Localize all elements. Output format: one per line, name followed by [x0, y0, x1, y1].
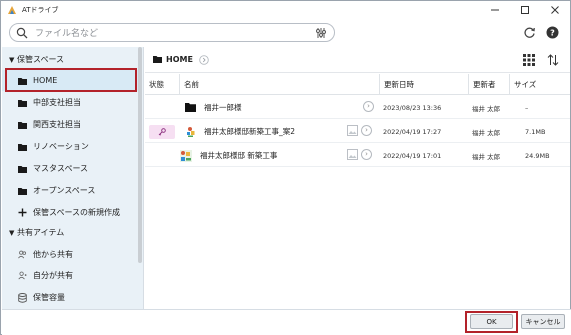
updated-date: 2022/04/19 17:27: [383, 127, 442, 136]
updated-date: 2022/04/19 17:01: [383, 151, 442, 160]
sidebar-item-open[interactable]: オープンスペース: [2, 180, 140, 201]
sidebar-item-label: オープンスペース: [33, 186, 96, 195]
help-icon[interactable]: ?: [546, 26, 559, 39]
app-logo-icon: [7, 5, 17, 15]
file-list-panel: HOME 状態 名前 更新日時 更新者 サイズ 福井一郎様 › 2023/08/…: [145, 47, 570, 309]
sort-icon[interactable]: [547, 54, 559, 66]
column-status[interactable]: 状態: [145, 74, 179, 95]
file-dialog-window: ATドライブ ファイル名など ? ▼ 保管スペース HOME 中部支社担当 関西…: [0, 0, 571, 335]
sidebar-item-label: HOME: [33, 76, 58, 85]
sidebar-item-shared-by-me[interactable]: 自分が共有: [2, 265, 140, 286]
row-detail-button[interactable]: ›: [361, 149, 372, 160]
key-icon: [158, 127, 166, 136]
folder-icon: [18, 142, 27, 151]
search-input[interactable]: ファイル名など: [9, 23, 335, 42]
sidebar-section-shared[interactable]: ▼ 共有アイテム: [2, 222, 140, 243]
updated-date: 2023/08/23 13:36: [383, 103, 442, 112]
title-bar: ATドライブ: [1, 1, 570, 19]
column-updater[interactable]: 更新者: [468, 74, 509, 95]
database-icon: [18, 292, 27, 303]
sidebar-item-home[interactable]: HOME: [2, 70, 140, 91]
sidebar-section-label: 共有アイテム: [17, 228, 65, 237]
table-header: 状態 名前 更新日時 更新者 サイズ: [145, 74, 570, 95]
search-placeholder: ファイル名など: [35, 29, 99, 39]
grid-view-icon[interactable]: [523, 54, 535, 66]
column-updated[interactable]: 更新日時: [379, 74, 468, 95]
sidebar-item-label: 自分が共有: [33, 271, 73, 280]
users-icon: [18, 250, 27, 259]
row-detail-button[interactable]: ›: [361, 125, 372, 136]
refresh-icon[interactable]: [523, 26, 536, 39]
folder-icon: [185, 102, 197, 114]
window-title: ATドライブ: [22, 6, 59, 14]
ok-button[interactable]: OK: [470, 314, 513, 329]
close-button[interactable]: [540, 1, 570, 19]
file-size: 7.1MB: [525, 127, 546, 136]
sidebar-item-shared-from-others[interactable]: 他から共有: [2, 244, 140, 265]
sidebar-item-renovation[interactable]: リノベーション: [2, 136, 140, 157]
column-size[interactable]: サイズ: [509, 74, 570, 95]
svg-text:?: ?: [550, 28, 555, 37]
status-badge: [149, 124, 175, 139]
breadcrumb: HOME: [145, 47, 570, 73]
caret-down-icon: ▼: [9, 55, 15, 64]
sidebar-item-label: 他から共有: [33, 250, 73, 259]
sidebar-item-label: 中部支社担当: [33, 98, 81, 107]
table-row[interactable]: 福井太郎様邸 新築工事 › 2022/04/19 17:01 福井 太郎 24.…: [145, 144, 570, 167]
file-name: 福井太郎様邸新築工事_案2: [204, 127, 296, 136]
table-row[interactable]: 福井一郎様 › 2023/08/23 13:36 福井 太郎 –: [145, 96, 570, 119]
sidebar-item-label: 保管スペースの新規作成: [33, 208, 121, 217]
sidebar-item-kansai[interactable]: 関西支社担当: [2, 114, 140, 135]
image-preview-icon[interactable]: [347, 125, 358, 136]
sidebar-section-storage[interactable]: ▼ 保管スペース: [2, 49, 140, 70]
updater-name: 福井 太郎: [472, 104, 501, 113]
cancel-button[interactable]: キャンセル: [521, 314, 565, 329]
breadcrumb-home[interactable]: HOME: [166, 55, 193, 64]
folder-icon: [153, 55, 162, 64]
info-icon[interactable]: [199, 54, 209, 65]
caret-down-icon: ▼: [9, 228, 15, 237]
row-detail-button[interactable]: ›: [363, 101, 374, 112]
user-share-icon: [18, 271, 27, 280]
column-name[interactable]: 名前: [179, 74, 379, 95]
document-icon: [179, 149, 193, 163]
maximize-button[interactable]: [510, 1, 540, 19]
sidebar-item-label: 保管容量: [33, 293, 65, 302]
document-icon: [185, 126, 197, 138]
sidebar-item-label: 関西支社担当: [33, 120, 81, 129]
sidebar: ▼ 保管スペース HOME 中部支社担当 関西支社担当 リノベーション マスタス…: [2, 47, 144, 309]
file-size: –: [525, 103, 529, 112]
file-name: 福井一郎様: [204, 103, 242, 112]
sidebar-scrollbar[interactable]: [138, 47, 142, 263]
filter-settings-icon[interactable]: [315, 27, 327, 39]
sidebar-item-master[interactable]: マスタスペース: [2, 158, 140, 179]
sidebar-item-storage-capacity[interactable]: 保管容量: [2, 287, 140, 308]
updater-name: 福井 太郎: [472, 152, 501, 161]
sidebar-item-chubu[interactable]: 中部支社担当: [2, 92, 140, 113]
table-row[interactable]: 福井太郎様邸新築工事_案2 › 2022/04/19 17:27 福井 太郎 7…: [145, 120, 570, 143]
folder-icon: [18, 76, 27, 85]
minimize-button[interactable]: [480, 1, 510, 19]
folder-icon: [18, 186, 27, 195]
sidebar-item-new-storage[interactable]: 保管スペースの新規作成: [2, 202, 140, 223]
folder-icon: [18, 98, 27, 107]
sidebar-item-label: マスタスペース: [33, 164, 89, 173]
sidebar-section-label: 保管スペース: [17, 55, 65, 64]
sidebar-item-label: リノベーション: [33, 142, 89, 151]
folder-icon: [18, 164, 27, 173]
folder-icon: [18, 120, 27, 129]
search-icon: [16, 27, 28, 39]
file-size: 24.9MB: [525, 151, 550, 160]
image-preview-icon[interactable]: [347, 149, 358, 160]
updater-name: 福井 太郎: [472, 128, 501, 137]
file-name: 福井太郎様邸 新築工事: [200, 151, 278, 160]
plus-icon: [18, 208, 27, 217]
